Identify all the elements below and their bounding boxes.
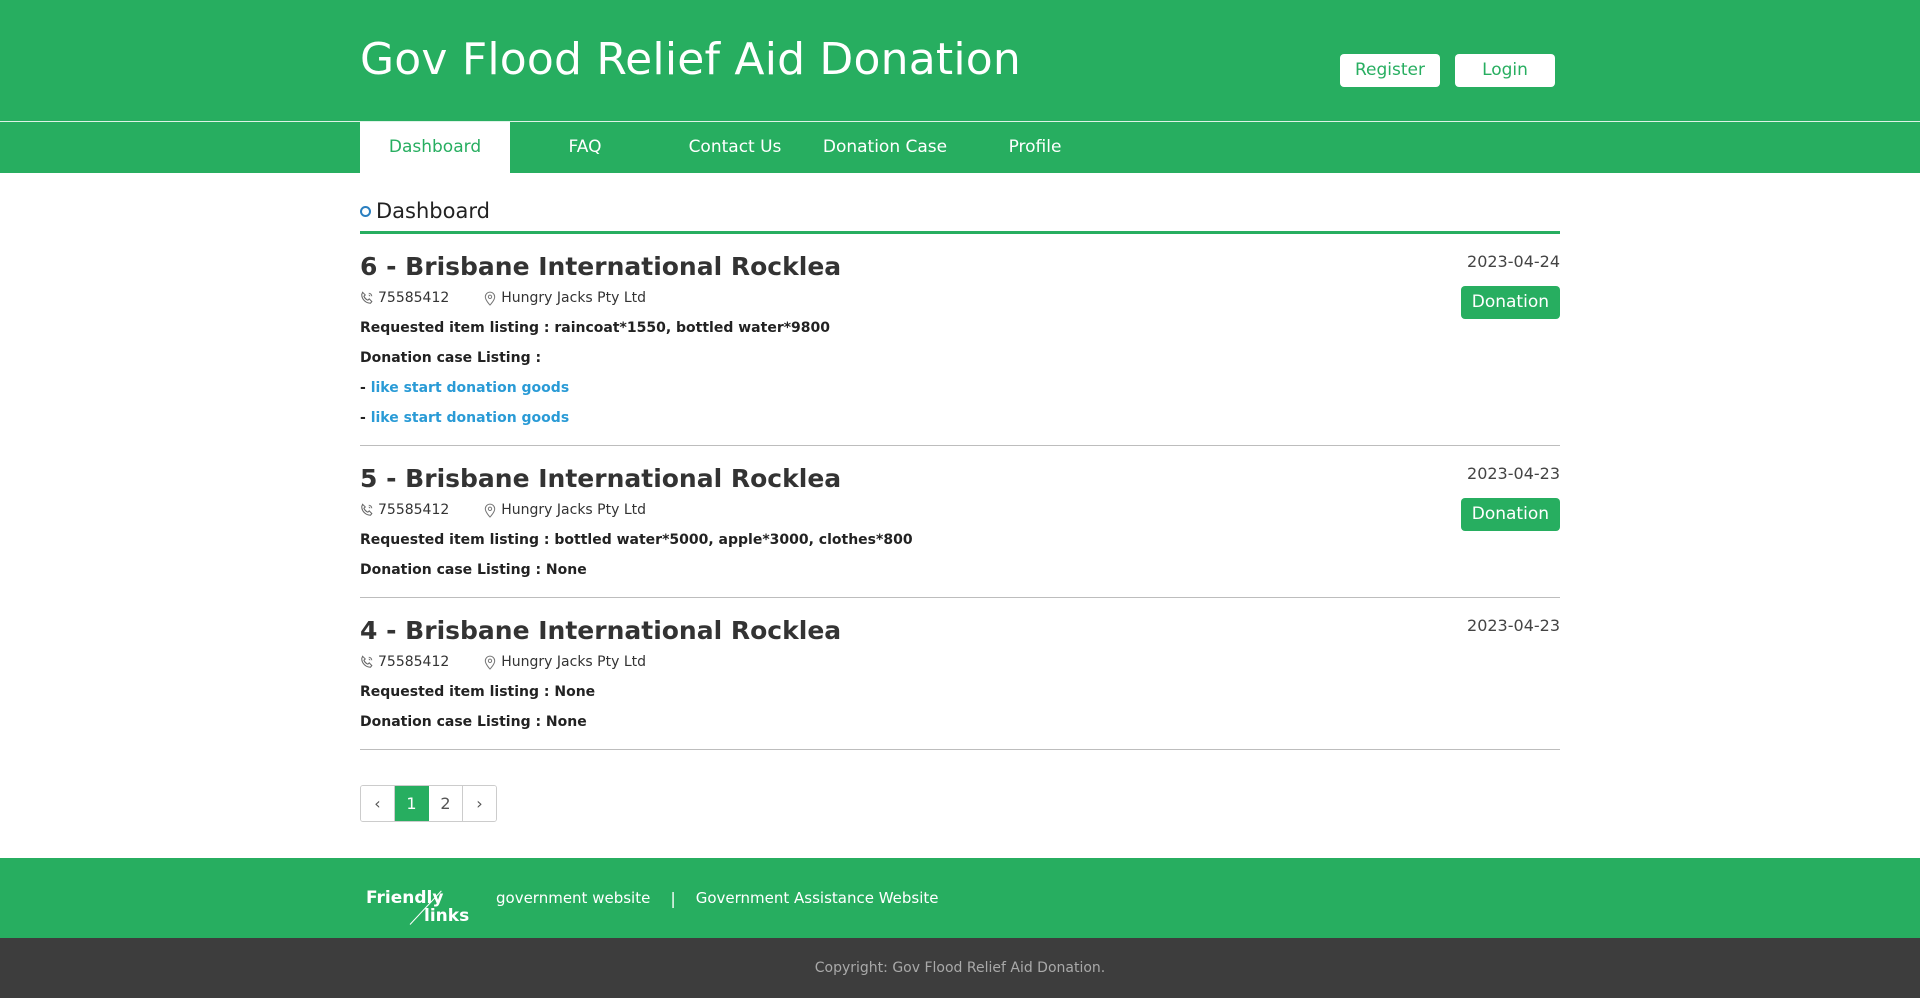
case-item: 6 - Brisbane International Rocklea 2023-… [360,234,1560,446]
phone-icon [361,655,373,668]
friendly-links-logo-text-b: links [424,906,470,926]
case-location: Hungry Jacks Pty Ltd [501,654,647,670]
donation-case-listing: Donation case Listing : None [360,714,587,730]
pagination-prev-button[interactable]: ‹ [361,786,395,821]
case-phone: 75585412 [378,290,450,306]
nav-item-profile[interactable]: Profile [960,122,1110,173]
case-title[interactable]: 5 - Brisbane International Rocklea [360,462,1560,496]
case-location: Hungry Jacks Pty Ltd [501,290,647,306]
copyright-text: Copyright: Gov Flood Relief Aid Donation… [814,960,1106,976]
nav-item-donation-case[interactable]: Donation Case [810,122,960,173]
requested-items: Requested item listing : raincoat*1550, … [360,320,831,336]
phone-icon [361,291,373,304]
pagination-page-2[interactable]: 2 [429,786,463,821]
government-website-link[interactable]: government website [496,889,650,907]
donation-case-listing: Donation case Listing : [360,350,542,366]
donation-button[interactable]: Donation [1460,286,1560,319]
nav-item-faq[interactable]: FAQ [510,122,660,173]
main-nav: Dashboard FAQ Contact Us Donation Case P… [0,122,1920,173]
pagination-next-button[interactable]: › [463,786,496,821]
case-date: 2023-04-23 [1467,464,1560,483]
login-button[interactable]: Login [1455,54,1555,87]
link-separator: | [670,888,676,908]
circle-bullet-icon [360,205,371,217]
government-assistance-website-link[interactable]: Government Assistance Website [696,889,939,907]
donation-goods-link[interactable]: like start donation goods [371,410,569,426]
donation-case-listing: Donation case Listing : None [360,562,587,578]
case-title[interactable]: 4 - Brisbane International Rocklea [360,614,1560,648]
case-item: 4 - Brisbane International Rocklea 2023-… [360,598,1560,750]
link-prefix: - [360,410,371,426]
friendly-links-logo-text-a: Friendly [366,888,444,908]
case-meta: 75585412 Hungry Jacks Pty Ltd [360,651,1560,673]
case-title[interactable]: 6 - Brisbane International Rocklea [360,250,1560,284]
friendly-links-list: government website | Government Assistan… [496,889,939,908]
friendly-links-logo: Friendly links [366,868,476,928]
requested-items: Requested item listing : None [360,684,596,700]
phone-icon [361,503,373,516]
donation-link-row: - like start donation goods [360,407,1560,429]
case-date: 2023-04-23 [1467,616,1560,635]
case-meta: 75585412 Hungry Jacks Pty Ltd [360,287,1560,309]
case-date: 2023-04-24 [1467,252,1560,271]
case-item: 5 - Brisbane International Rocklea 2023-… [360,446,1560,598]
friendly-links-bar: Friendly links government website | Gove… [0,858,1920,938]
case-location: Hungry Jacks Pty Ltd [501,502,647,518]
donation-button[interactable]: Donation [1460,498,1560,531]
site-title: Gov Flood Relief Aid Donation [360,34,1021,85]
link-prefix: - [360,380,371,396]
case-phone: 75585412 [378,502,450,518]
register-button[interactable]: Register [1340,54,1440,87]
donation-link-row: - like start donation goods [360,377,1560,399]
case-meta: 75585412 Hungry Jacks Pty Ltd [360,499,1560,521]
site-header: Gov Flood Relief Aid Donation Register L… [0,0,1920,122]
nav-item-contact-us[interactable]: Contact Us [660,122,810,173]
pagination-page-1[interactable]: 1 [395,786,429,821]
donation-goods-link[interactable]: like start donation goods [371,380,569,396]
case-phone: 75585412 [378,654,450,670]
nav-item-dashboard[interactable]: Dashboard [360,122,510,173]
pagination: ‹ 1 2 › [360,785,497,822]
location-pin-icon [485,503,496,518]
location-pin-icon [485,655,496,670]
requested-items: Requested item listing : bottled water*5… [360,532,913,548]
auth-buttons: Register Login [1340,54,1555,87]
section-title: Dashboard [376,199,490,223]
copyright-bar: Copyright: Gov Flood Relief Aid Donation… [0,938,1920,998]
section-header: Dashboard [360,195,1560,234]
location-pin-icon [485,291,496,306]
main-content: Dashboard 6 - Brisbane International Roc… [0,173,1920,822]
